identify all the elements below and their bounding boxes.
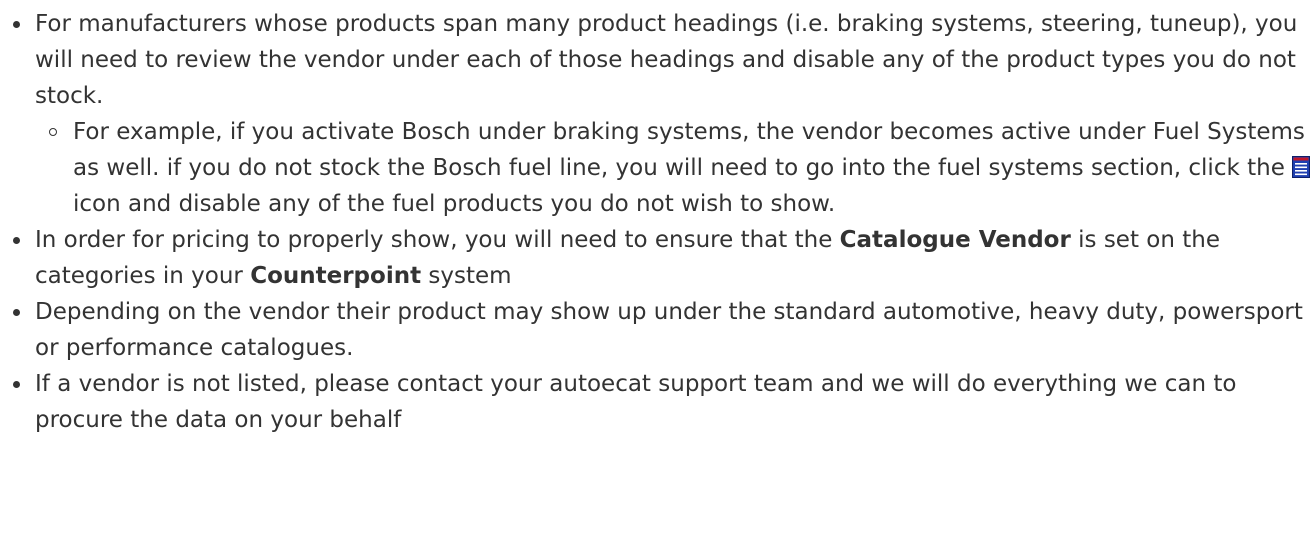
list-item-text: If a vendor is not listed, please contac… <box>35 371 1237 433</box>
sub-list-item-text-after: icon and disable any of the fuel product… <box>73 191 836 217</box>
list-item: If a vendor is not listed, please contac… <box>0 366 1316 438</box>
sub-bullet-marker <box>49 128 57 136</box>
bold-term-counterpoint: Counterpoint <box>250 263 422 289</box>
bullet-marker <box>13 309 20 316</box>
bullet-marker <box>13 237 20 244</box>
sub-bullet-list: For example, if you activate Bosch under… <box>35 114 1316 222</box>
bullet-marker <box>13 381 20 388</box>
list-item: For manufacturers whose products span ma… <box>0 6 1316 222</box>
list-item: In order for pricing to properly show, y… <box>0 222 1316 294</box>
list-item-text: For manufacturers whose products span ma… <box>35 11 1298 109</box>
list-icon <box>1292 156 1311 178</box>
list-item-text: Depending on the vendor their product ma… <box>35 299 1303 361</box>
list-item: Depending on the vendor their product ma… <box>0 294 1316 366</box>
list-item-text-part: system <box>421 263 512 289</box>
bullet-marker <box>13 21 20 28</box>
sub-list-item-text-before: For example, if you activate Bosch under… <box>73 119 1305 181</box>
bold-term-catalogue-vendor: Catalogue Vendor <box>839 227 1071 253</box>
list-item-text-part: In order for pricing to properly show, y… <box>35 227 840 253</box>
sub-list-item: For example, if you activate Bosch under… <box>35 114 1316 222</box>
bullet-list: For manufacturers whose products span ma… <box>0 6 1316 438</box>
